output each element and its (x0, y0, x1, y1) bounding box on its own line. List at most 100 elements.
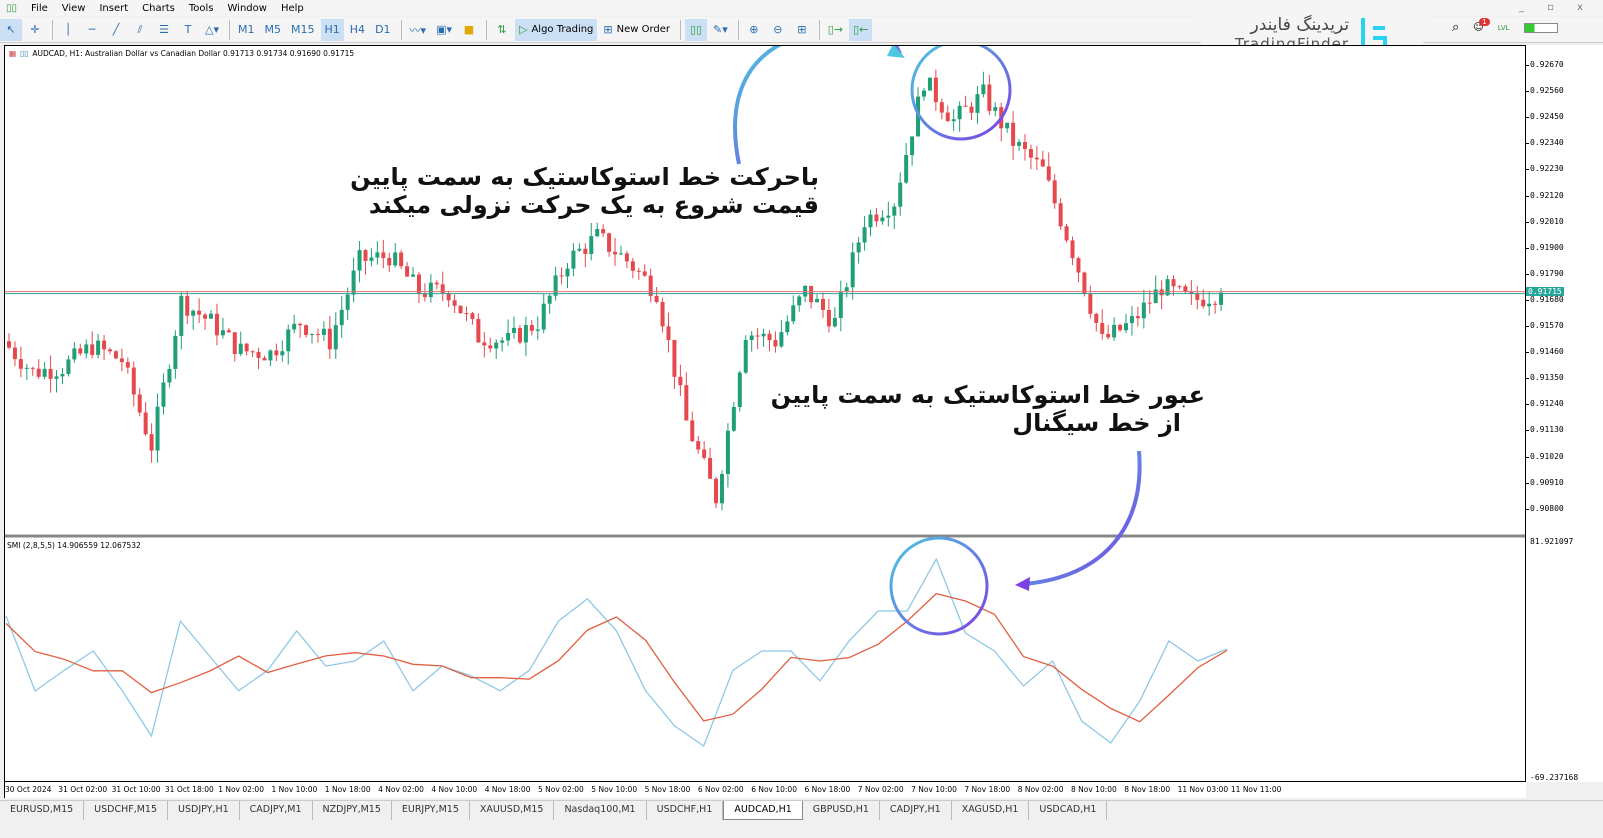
candle-body (820, 298, 825, 310)
time-label: 8 Nov 10:00 (1071, 785, 1117, 794)
chart-tab[interactable]: CADJPY,M1 (240, 801, 313, 820)
indicators-icon[interactable]: 〰▾ (406, 19, 431, 41)
chart-tab[interactable]: EURUSD,M15 (0, 801, 85, 820)
new-order-button[interactable]: ⊞ New Order (599, 19, 674, 41)
annotation-bottom-line2: از خط سیگنال (1012, 409, 1181, 437)
candle-body (30, 367, 35, 369)
chart-color-icon[interactable]: ✎▾ (709, 19, 732, 41)
autoscroll-icon[interactable]: ▯→ (824, 19, 847, 41)
zoom-out-icon[interactable]: ⊖ (767, 19, 789, 41)
candle-body (315, 334, 320, 336)
candle-body (286, 329, 291, 352)
chart-canvas[interactable] (5, 46, 1525, 781)
time-label: 7 Nov 02:00 (857, 785, 904, 794)
tile-windows-icon[interactable]: ⊞ (791, 19, 813, 41)
chart-window[interactable]: ▦ ▯▯ AUDCAD, H1: Australian Dollar vs Can… (4, 45, 1526, 782)
candle-body (108, 349, 113, 352)
algo-trading-button[interactable]: ▷ Algo Trading (514, 18, 598, 41)
price-tick (1526, 326, 1529, 327)
candle-body (589, 236, 594, 254)
tf-h4[interactable]: H4 (346, 19, 369, 41)
candle-body (250, 351, 255, 353)
chart-tab[interactable]: Nasdaq100,M1 (554, 801, 647, 820)
chart-tab[interactable]: XAGUSD,H1 (952, 801, 1030, 820)
chart-tab[interactable]: EURJPY,M15 (392, 801, 470, 820)
cursor-icon[interactable]: ↖ (0, 18, 22, 41)
candle-body (791, 305, 796, 322)
chart-tab[interactable]: AUDCAD,H1 (723, 801, 803, 820)
time-axis[interactable]: 30 Oct 2024 31 Oct 02:00 31 Oct 10:00 31 Oc… (4, 782, 1526, 798)
crosshair-icon[interactable]: ✛ (24, 19, 46, 41)
candle-body (292, 323, 297, 330)
tf-m1[interactable]: M1 (234, 19, 259, 41)
candle-body (209, 313, 214, 319)
candle-body (482, 342, 487, 346)
candle-body (226, 330, 231, 333)
current-price-label: 0.91715 (1526, 286, 1564, 296)
channel-icon[interactable]: ⫽ (129, 19, 151, 41)
candle-body (60, 373, 65, 377)
chart-tab[interactable]: CADJPY,H1 (880, 801, 952, 820)
trendline-icon[interactable]: ╱ (105, 19, 127, 41)
candle-body (529, 325, 534, 331)
candle-body (428, 282, 433, 298)
menu-view[interactable]: View (62, 3, 86, 14)
tf-h1[interactable]: H1 (320, 18, 344, 41)
candle-body (547, 295, 552, 304)
candle-body (571, 250, 576, 269)
price-label: 0.91350 (1530, 373, 1564, 383)
price-tick (1526, 456, 1529, 458)
vertical-line-icon[interactable]: │ (57, 19, 79, 41)
tf-m5[interactable]: M5 (261, 19, 286, 41)
app-icon: ▯▯ (6, 2, 18, 14)
chart-type-icon[interactable]: ▯▯ (20, 49, 28, 58)
candle-body (963, 105, 968, 107)
horizontal-line-icon[interactable]: ─ (81, 19, 103, 41)
window-controls[interactable]: _ ▫ x (1519, 2, 1593, 13)
chart-tab[interactable]: NZDJPY,M15 (313, 801, 392, 820)
zoom-in-icon[interactable]: ⊕ (743, 19, 765, 41)
chart-menu-icon[interactable]: ▦ (9, 49, 16, 58)
chart-tab[interactable]: USDJPY,H1 (168, 801, 240, 820)
candle-body (333, 325, 338, 350)
chart-tab[interactable]: USDCAD,H1 (1029, 801, 1108, 820)
level-icon[interactable]: LVL (1498, 24, 1510, 32)
logo-fa: تریدینگ فایندر (1250, 15, 1350, 35)
profiles-icon[interactable]: ■ (458, 19, 480, 41)
time-label: 7 Nov 18:00 (964, 785, 1011, 794)
fibonacci-icon[interactable]: ☰ (153, 19, 175, 41)
shapes-icon[interactable]: △▾ (201, 19, 223, 41)
price-axis[interactable]: 0.92670 0.92560 0.92450 0.92340 0.92230 0.921… (1526, 45, 1603, 782)
search-icon[interactable]: ⌕ (1452, 20, 1459, 35)
menu-help[interactable]: Help (281, 3, 304, 14)
arrow-top (733, 46, 902, 165)
tf-d1[interactable]: D1 (371, 19, 394, 41)
candle-body (238, 343, 243, 354)
menu-window[interactable]: Window (228, 3, 267, 14)
chart-tab[interactable]: USDCHF,M15 (84, 801, 169, 820)
chart-tab[interactable]: USDCHF,H1 (647, 801, 724, 820)
candle-body (405, 266, 410, 277)
candle-body (868, 214, 873, 228)
chart-tab[interactable]: XAUUSD,M15 (470, 801, 555, 820)
time-label: 6 Nov 02:00 (697, 785, 744, 794)
menu-tools[interactable]: Tools (189, 3, 214, 14)
price-tick (1526, 91, 1529, 93)
menu-charts[interactable]: Charts (142, 3, 175, 14)
notifications-icon[interactable]: ☺ 1 (1473, 18, 1490, 33)
smi-main-line (5, 557, 1228, 748)
chart-shift-icon[interactable]: ▯← (849, 18, 873, 41)
candle-body (856, 242, 861, 253)
tf-m15[interactable]: M15 (287, 19, 319, 41)
templates-icon[interactable]: ▣▾ (432, 19, 456, 41)
highlight-circle-price (910, 46, 1012, 141)
chart-tab[interactable]: GBPUSD,H1 (803, 801, 880, 820)
menu-insert[interactable]: Insert (99, 3, 128, 14)
candle-body (535, 329, 540, 331)
market-watch-icon[interactable]: ⇅ (491, 19, 513, 41)
text-icon[interactable]: T (177, 19, 199, 41)
annotation-top: باحرکت خط استوکاستیک به سمت پایین قیمت ش… (350, 163, 819, 219)
menu-file[interactable]: File (31, 3, 48, 14)
candles-icon[interactable]: ▯▯ (685, 18, 708, 41)
chart-header: ▦ ▯▯ AUDCAD, H1: Australian Dollar vs Can… (9, 49, 354, 58)
